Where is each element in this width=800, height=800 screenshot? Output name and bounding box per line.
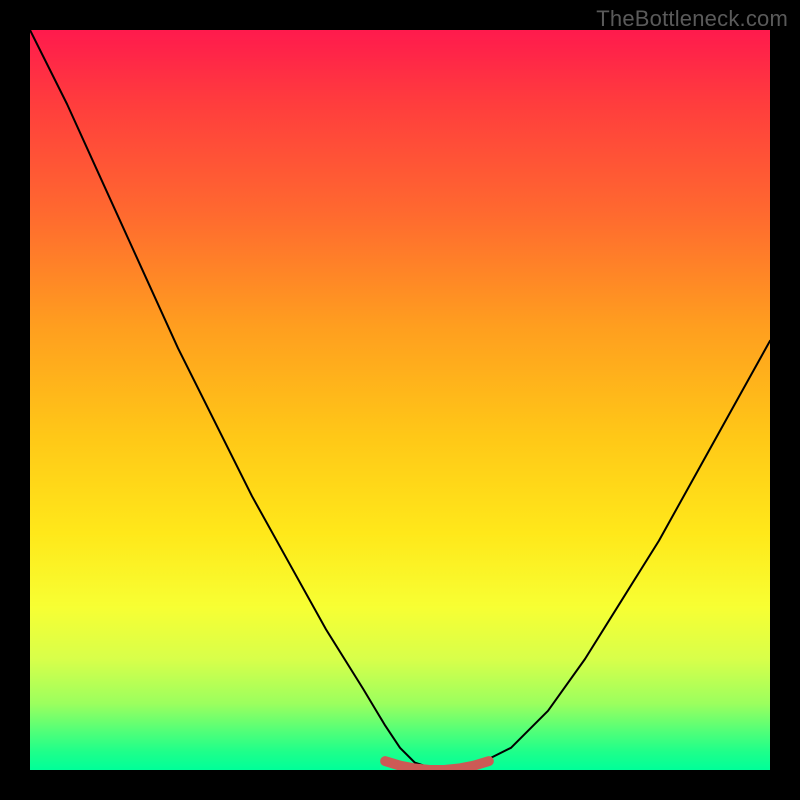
gradient-panel (30, 30, 770, 770)
watermark: TheBottleneck.com (596, 6, 788, 32)
chart-stage: TheBottleneck.com (0, 0, 800, 800)
